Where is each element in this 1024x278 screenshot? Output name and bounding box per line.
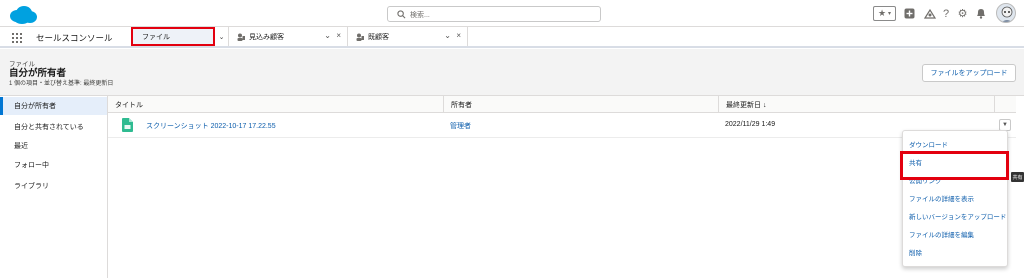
chevron-down-icon: ▾ [888,11,892,17]
tab-leads-label: 見込み顧客 [249,33,284,41]
gear-icon: ⚙ [957,8,968,20]
search-icon [397,10,406,19]
setup-button[interactable]: ⚙ [957,6,968,21]
favorites-button[interactable]: ★ ▾ [873,6,896,21]
chevron-down-icon: ⌄ [218,33,225,41]
global-header: 検索... ★ ▾ ? ⚙ [0,0,1024,27]
menu-item-view-file-details[interactable]: ファイルの詳細を表示 [903,190,1007,206]
files-sidebar: 自分が所有者 自分と共有されている 最近 フォロー中 ライブラリ [0,96,108,278]
chevron-down-icon: ▼ [1002,122,1008,128]
app-name: セールスコンソール [36,33,113,43]
sidebar-item-libraries[interactable]: ライブラリ [0,177,107,195]
chevron-down-icon[interactable]: ⌄ [324,31,331,40]
image-file-icon [122,118,133,132]
search-placeholder: 検索... [410,12,430,19]
app-launcher-icon[interactable] [12,33,22,43]
tab-leads[interactable]: 見込み顧客 ⌄ × [229,27,348,46]
menu-item-upload-new-version[interactable]: 新しいバージョンをアップロード [903,208,1007,224]
last-modified-value: 2022/11/29 1:49 [725,121,776,128]
help-button[interactable]: ? [941,6,951,21]
file-title-link[interactable]: スクリーンショット 2022-10-17 17.22.55 [146,121,276,131]
table-row: スクリーンショット 2022-10-17 17.22.55 管理者 2022/1… [108,113,1016,138]
user-avatar[interactable] [996,3,1016,23]
tab-existing-customers-label: 既顧客 [368,33,389,41]
bell-icon [976,9,985,19]
owner-link[interactable]: 管理者 [450,121,471,131]
menu-item-delete[interactable]: 削除 [903,244,1007,260]
avatar-icon [1001,6,1013,22]
sidebar-item-label: 自分が所有者 [14,103,56,110]
menu-item-download[interactable]: ダウンロード [903,136,1007,152]
sidebar-item-following[interactable]: フォロー中 [0,156,107,174]
help-icon: ? [942,7,950,20]
global-search-input[interactable]: 検索... [387,6,601,22]
lead-icon [356,33,364,41]
column-header-owner[interactable]: 所有者 [444,96,719,113]
chevron-down-icon[interactable]: ⌄ [444,31,451,40]
app-navigation-bar: セールスコンソール ファイル ⌄ 見込み顧客 ⌄ × 既顧客 ⌄ × [0,27,1024,48]
sidebar-item-label: フォロー中 [14,162,49,169]
salesforce-logo[interactable] [8,5,38,25]
add-icon [904,8,914,19]
sidebar-item-label: ライブラリ [14,183,49,190]
sidebar-item-owned-by-me[interactable]: 自分が所有者 [0,97,107,115]
sidebar-item-label: 最近 [14,143,28,150]
star-icon: ★ [877,8,887,18]
tab-files[interactable]: ファイル [131,27,215,46]
table-header: タイトル 所有者 最終更新日 ↓ [108,96,1016,113]
trailhead-button[interactable] [924,6,936,21]
column-header-last-modified[interactable]: 最終更新日 ↓ [719,96,995,113]
close-icon[interactable]: × [456,31,461,40]
sidebar-item-shared-with-me[interactable]: 自分と共有されている [0,118,107,136]
share-tooltip: 共有 [1011,172,1024,182]
lead-icon [237,33,245,41]
share-highlight-box [900,151,1009,180]
menu-item-edit-file-details[interactable]: ファイルの詳細を編集 [903,226,1007,242]
global-actions-button[interactable] [903,6,915,21]
page-header: ファイル 自分が所有者 1 個の項目・並び替え基準: 最終更新日 [0,49,1024,96]
tab-files-menu-button[interactable]: ⌄ [215,27,229,46]
trailhead-icon [924,8,936,19]
notifications-button[interactable] [975,6,986,21]
tab-existing-customers[interactable]: 既顧客 ⌄ × [348,27,468,46]
column-header-title[interactable]: タイトル [108,96,444,113]
tab-files-label: ファイル [142,33,170,41]
sidebar-item-label: 自分と共有されている [14,124,84,131]
list-meta-info: 1 個の項目・並び替え基準: 最終更新日 [9,81,114,87]
upload-files-button[interactable]: ファイルをアップロード [922,64,1016,82]
sidebar-item-recent[interactable]: 最近 [0,137,107,155]
page-title: 自分が所有者 [9,68,67,79]
close-icon[interactable]: × [336,31,341,40]
